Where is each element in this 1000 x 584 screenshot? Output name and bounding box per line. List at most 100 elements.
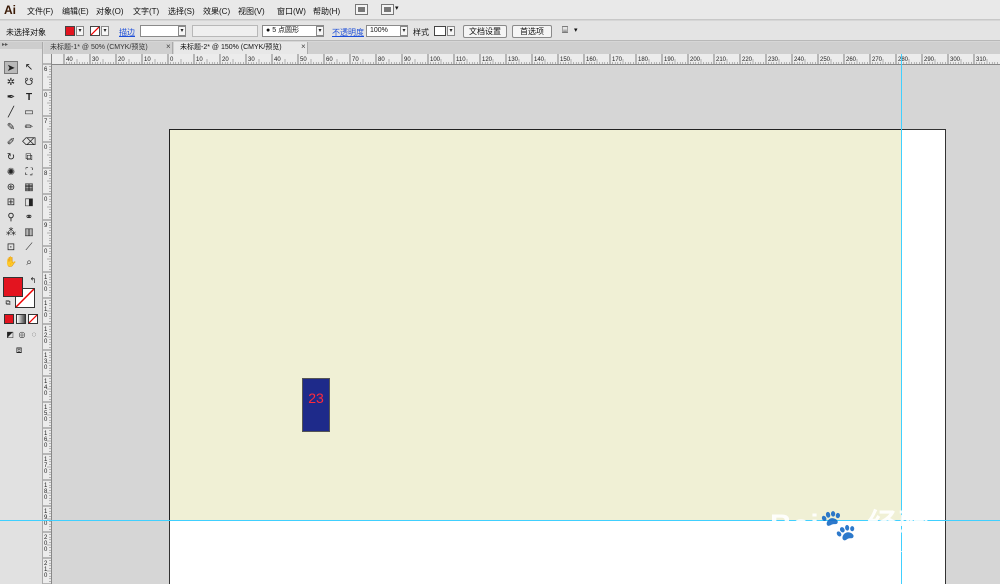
menu-select[interactable]: 选择(S) [168,6,195,17]
stroke-label[interactable]: 描边 [119,27,135,38]
number-tag-label[interactable]: 23 [302,390,330,406]
style-swatch[interactable] [434,26,446,36]
brush-label: 5 点圆形 [272,27,300,34]
blob-brush-tool-icon[interactable]: ✐ [4,136,18,149]
fill-color-front[interactable] [3,277,23,297]
ruler-tick-label: 0 [44,339,48,345]
background-rectangle[interactable] [169,129,902,521]
variable-width-field[interactable] [192,25,258,37]
change-screen-mode-icon[interactable]: ⧈ [12,344,26,357]
scale-tool-icon[interactable]: ⧉ [22,151,36,164]
ruler-tick-label: 310 [976,57,987,63]
swap-fill-stroke-icon[interactable]: ↰ [26,274,40,287]
horizontal-ruler-ticks: 40 30 20 10 0 10 20 30 40 50 60 70 80 90 100 110 120 130 1… [63,54,998,64]
tab-close-icon[interactable]: × [166,42,171,51]
rotate-tool-icon[interactable]: ↻ [4,151,18,164]
toolbox-grip[interactable]: ▸▸ [0,42,42,49]
eraser-tool-icon[interactable]: ⌫ [22,136,36,149]
pencil-tool-icon[interactable]: ✏ [22,121,36,134]
ruler-tick-label: 10 [144,57,151,63]
none-mode-icon[interactable] [28,314,38,324]
artboard-tool-icon[interactable]: ⊡ [4,241,18,254]
warp-tool-icon[interactable]: ✺ [4,166,18,179]
magic-wand-tool-icon[interactable]: ✲ [4,76,18,89]
ruler-tick-label: 0 [44,287,48,293]
symbol-sprayer-tool-icon[interactable]: ⁂ [4,226,18,239]
tab-document-2[interactable]: 未标题-2* @ 150% (CMYK/预览) [174,42,308,54]
direct-selection-tool-icon[interactable]: ↖ [22,61,36,74]
ruler-tick-label: 20 [118,57,125,63]
menu-window[interactable]: 窗口(W) [277,6,306,17]
ruler-tick-label: 9 [44,223,48,229]
panel-options-icon[interactable]: ⌸ [562,25,568,36]
brush-dropdown-icon[interactable]: ▾ [316,26,324,36]
ruler-tick-label: 70 [352,57,359,63]
document-setup-button[interactable]: 文档设置 [463,25,507,38]
slice-tool-icon[interactable]: ⟋ [22,241,36,254]
ruler-tick-label: 0 [44,391,48,397]
style-dropdown-icon[interactable]: ▾ [447,26,455,36]
draw-inside-icon[interactable]: ◌ [27,328,41,341]
menu-object[interactable]: 对象(O) [96,6,124,17]
ruler-tick-label: 0 [44,313,48,319]
ruler-tick-label: 7 [44,119,48,125]
stroke-dropdown-icon[interactable]: ▾ [101,26,109,36]
none-slash-icon [29,315,37,323]
horizontal-ruler[interactable]: 40 30 20 10 0 10 20 30 40 50 60 70 80 90 100 110 120 130 1… [52,54,1000,65]
gradient-mode-icon[interactable] [16,314,26,324]
type-tool-icon[interactable]: T [22,91,36,104]
ruler-tick-label: 30 [248,57,255,63]
ruler-tick-label: 0 [44,249,48,255]
tab-document-1[interactable]: 未标题-1* @ 50% (CMYK/预览) [44,42,173,54]
ruler-tick-label: 290 [924,57,935,63]
menu-type[interactable]: 文字(T) [133,6,159,17]
stroke-swatch[interactable] [90,26,100,36]
fill-swatch[interactable] [65,26,75,36]
ruler-tick-label: 250 [820,57,831,63]
shape-builder-tool-icon[interactable]: ⊕ [4,181,18,194]
paintbrush-tool-icon[interactable]: ✎ [4,121,18,134]
zoom-tool-icon[interactable]: ⌕ [22,256,36,269]
bridge-icon[interactable] [355,4,368,15]
menu-edit[interactable]: 编辑(E) [62,6,89,17]
brush-field[interactable]: ● 5 点圆形 [262,25,324,37]
opacity-label[interactable]: 不透明度 [332,27,364,38]
pen-tool-icon[interactable]: ✒ [4,91,18,104]
default-fill-stroke-icon[interactable]: ⧉ [1,297,15,310]
free-transform-tool-icon[interactable]: ⛶ [22,166,36,179]
color-mode-icon[interactable] [4,314,14,324]
panel-options-dropdown-icon[interactable]: ▾ [574,26,578,34]
rectangle-tool-icon[interactable]: ▭ [22,106,36,119]
perspective-grid-tool-icon[interactable]: ▦ [22,181,36,194]
ruler-tick-label: 0 [44,365,48,371]
ruler-tick-label: 0 [44,521,48,527]
baidu-jingyan-watermark: Bai🐾 经验 [770,509,930,542]
arrange-dropdown-icon[interactable]: ▾ [395,4,399,12]
ruler-tick-label: 20 [222,57,229,63]
menu-effect[interactable]: 效果(C) [203,6,230,17]
menu-file[interactable]: 文件(F) [27,6,53,17]
ruler-tick-label: 170 [612,57,623,63]
menu-view[interactable]: 视图(V) [238,6,265,17]
tab-close-icon[interactable]: × [301,42,306,51]
gradient-tool-icon[interactable]: ◨ [22,196,36,209]
menu-help[interactable]: 帮助(H) [313,6,340,17]
opacity-dropdown-icon[interactable]: ▾ [400,26,408,36]
ruler-tick-label: 40 [274,57,281,63]
hand-tool-icon[interactable]: ✋ [4,256,18,269]
fill-dropdown-icon[interactable]: ▾ [76,26,84,36]
blend-tool-icon[interactable]: ⚭ [22,211,36,224]
mesh-tool-icon[interactable]: ⊞ [4,196,18,209]
ruler-tick-label: 90 [404,57,411,63]
line-tool-icon[interactable]: ╱ [4,106,18,119]
preferences-button[interactable]: 首选项 [512,25,552,38]
column-graph-tool-icon[interactable]: ▥ [22,226,36,239]
stroke-weight-dropdown-icon[interactable]: ▾ [178,26,186,36]
vertical-ruler[interactable]: 6070809010011012013014015016017018019020… [43,54,52,584]
selection-tool-icon[interactable]: ➤ [4,61,18,74]
ruler-tick-label: 130 [508,57,519,63]
arrange-documents-icon[interactable] [381,4,394,15]
eyedropper-tool-icon[interactable]: ⚲ [4,211,18,224]
ruler-tick-label: 80 [378,57,385,63]
lasso-tool-icon[interactable]: ☋ [22,76,36,89]
